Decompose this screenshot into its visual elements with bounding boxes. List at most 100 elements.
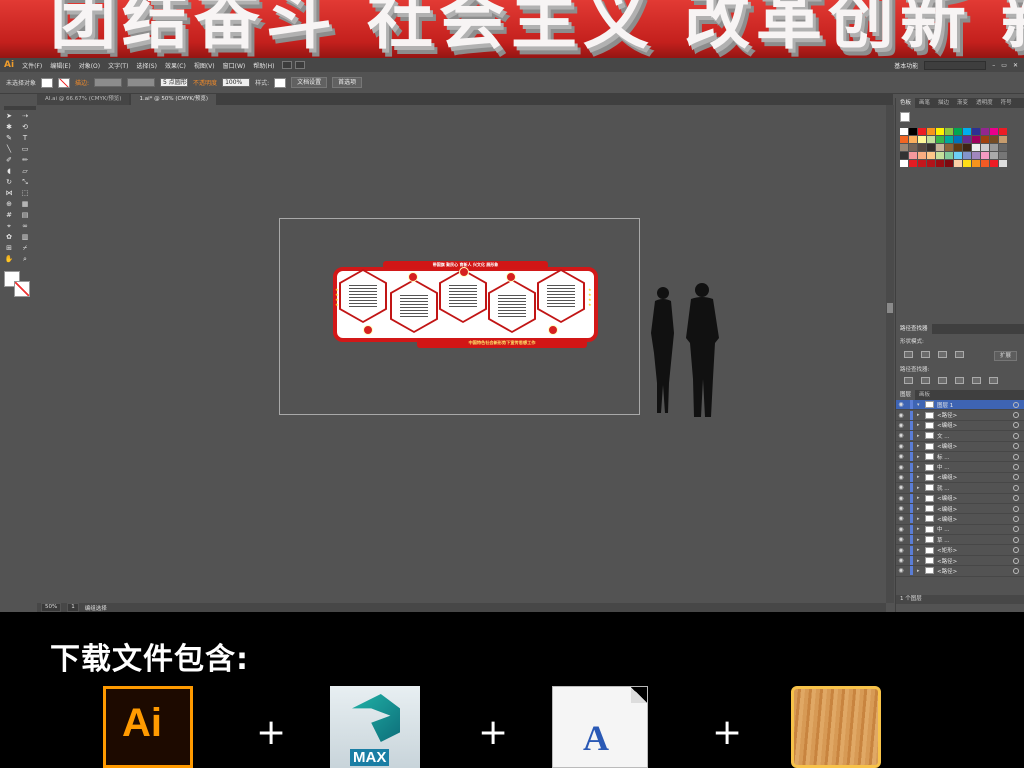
visibility-eye-icon[interactable]: ◉ xyxy=(896,526,906,533)
color-swatch[interactable] xyxy=(954,144,962,151)
layer-row[interactable]: ◉ ▸ <编组> xyxy=(896,504,1024,515)
color-swatch[interactable] xyxy=(999,144,1007,151)
menu-select[interactable]: 选择(S) xyxy=(136,61,157,70)
style-swatch[interactable] xyxy=(274,77,287,88)
layer-row[interactable]: ◉ ▸ <编组> xyxy=(896,420,1024,432)
expand-arrow-icon[interactable]: ▸ xyxy=(917,422,925,428)
gradient-tool-icon[interactable]: ▤ xyxy=(20,211,30,219)
minus-back-icon[interactable] xyxy=(989,377,998,384)
mesh-tool-icon[interactable]: # xyxy=(4,211,14,219)
color-swatch[interactable] xyxy=(936,128,944,135)
expand-arrow-icon[interactable]: ▸ xyxy=(917,454,925,460)
layer-row[interactable]: ◉ ▸ 中 ... xyxy=(896,462,1024,473)
expand-arrow-icon[interactable]: ▸ xyxy=(917,412,925,418)
color-swatch[interactable] xyxy=(954,152,962,159)
color-swatch[interactable] xyxy=(936,136,944,143)
tab-symbols[interactable]: 符号 xyxy=(997,98,1016,108)
zoom-field[interactable]: 50% xyxy=(41,603,62,612)
color-swatch[interactable] xyxy=(918,144,926,151)
stroke-weight-dropdown[interactable] xyxy=(94,78,123,87)
tab-gradient[interactable]: 渐变 xyxy=(953,98,972,108)
visibility-eye-icon[interactable]: ◉ xyxy=(896,515,906,522)
color-swatch[interactable] xyxy=(972,152,980,159)
target-circle-icon[interactable] xyxy=(1013,515,1019,522)
visibility-eye-icon[interactable]: ◉ xyxy=(896,422,906,429)
expand-button[interactable]: 扩展 xyxy=(993,351,1017,361)
workspace-switcher[interactable]: 基本功能 xyxy=(894,61,918,70)
color-swatch[interactable] xyxy=(963,152,971,159)
crop-icon[interactable] xyxy=(955,377,964,384)
visibility-eye-icon[interactable]: ◉ xyxy=(896,557,906,564)
document-setup-button[interactable]: 文档设置 xyxy=(291,77,328,88)
color-swatch[interactable] xyxy=(954,136,962,143)
tab-artboards[interactable]: 画板 xyxy=(915,390,934,400)
target-circle-icon[interactable] xyxy=(1013,453,1019,460)
slice-tool-icon[interactable]: ⌿ xyxy=(20,244,30,252)
color-swatch[interactable] xyxy=(900,152,908,159)
expand-arrow-icon[interactable]: ▸ xyxy=(917,537,925,543)
color-swatch[interactable] xyxy=(900,128,908,135)
layer-row[interactable]: ◉ ▸ <路径> xyxy=(896,410,1024,421)
color-swatch[interactable] xyxy=(927,152,935,159)
pencil-tool-icon[interactable]: ✏ xyxy=(20,156,30,164)
layer-row[interactable]: ◉ ▸ <编组> xyxy=(896,441,1024,452)
color-swatch[interactable] xyxy=(918,128,926,135)
expand-arrow-icon[interactable]: ▾ xyxy=(917,402,925,408)
menu-effect[interactable]: 效果(C) xyxy=(165,61,186,70)
arrange-docs-icon[interactable] xyxy=(295,61,306,69)
target-circle-icon[interactable] xyxy=(1013,505,1019,512)
scrollbar-thumb[interactable] xyxy=(887,303,893,313)
target-circle-icon[interactable] xyxy=(1013,474,1019,481)
color-swatch[interactable] xyxy=(927,160,935,167)
color-swatch[interactable] xyxy=(909,152,917,159)
pen-tool-icon[interactable]: ✎ xyxy=(4,134,14,142)
active-swatch[interactable] xyxy=(900,112,910,122)
culture-wall-artwork[interactable]: 带国旗 聚民心 育新人 兴文化 展形象 ★ ★ ★ ★ ★ ★ ★ ★ 中国特色社会新形势下… xyxy=(333,261,598,350)
trim-icon[interactable] xyxy=(921,377,930,384)
color-swatch[interactable] xyxy=(981,152,989,159)
color-swatch[interactable] xyxy=(936,160,944,167)
color-swatch[interactable] xyxy=(990,144,998,151)
color-swatch[interactable] xyxy=(909,128,917,135)
scale-tool-icon[interactable]: ⤡ xyxy=(20,178,30,186)
layer-row[interactable]: ◉ ▸ 就 ... xyxy=(896,483,1024,494)
layer-row[interactable]: ◉ ▸ <矩形> xyxy=(896,545,1024,556)
target-circle-icon[interactable] xyxy=(1013,401,1019,408)
perspective-grid-tool-icon[interactable]: ▦ xyxy=(20,200,30,208)
expand-arrow-icon[interactable]: ▸ xyxy=(917,506,925,512)
target-circle-icon[interactable] xyxy=(1013,484,1019,491)
visibility-eye-icon[interactable]: ◉ xyxy=(896,567,906,574)
menu-edit[interactable]: 编辑(E) xyxy=(50,61,70,70)
shape-builder-tool-icon[interactable]: ⊕ xyxy=(4,200,14,208)
tab-ai-doc[interactable]: AI.ai @ 66.67% (CMYK/预览) xyxy=(37,94,130,105)
color-swatch[interactable] xyxy=(981,136,989,143)
outline-icon[interactable] xyxy=(972,377,981,384)
color-swatch[interactable] xyxy=(936,144,944,151)
color-swatch[interactable] xyxy=(999,136,1007,143)
selection-tool-icon[interactable]: ➤ xyxy=(4,112,14,120)
visibility-eye-icon[interactable]: ◉ xyxy=(896,432,906,439)
color-swatch[interactable] xyxy=(972,136,980,143)
target-circle-icon[interactable] xyxy=(1013,412,1019,419)
color-swatch[interactable] xyxy=(981,160,989,167)
color-swatch[interactable] xyxy=(945,144,953,151)
color-swatch[interactable] xyxy=(927,128,935,135)
minimize-icon[interactable]: – xyxy=(992,62,995,69)
menu-view[interactable]: 视图(V) xyxy=(194,61,215,70)
color-swatch[interactable] xyxy=(981,128,989,135)
rectangle-tool-icon[interactable]: ▭ xyxy=(20,145,30,153)
page-field[interactable]: 1 xyxy=(67,603,79,612)
menu-object[interactable]: 对象(O) xyxy=(79,61,100,70)
color-swatch[interactable] xyxy=(927,136,935,143)
eyedropper-tool-icon[interactable]: ⌖ xyxy=(4,222,14,230)
expand-arrow-icon[interactable]: ▸ xyxy=(917,516,925,522)
color-swatch[interactable] xyxy=(972,128,980,135)
zoom-tool-icon[interactable]: ⌕ xyxy=(20,255,30,263)
layer-row[interactable]: ◉ ▸ 中 ... xyxy=(896,524,1024,536)
color-swatch[interactable] xyxy=(900,136,908,143)
intersect-icon[interactable] xyxy=(938,351,947,358)
eraser-tool-icon[interactable]: ▱ xyxy=(20,167,30,175)
visibility-eye-icon[interactable]: ◉ xyxy=(896,505,906,512)
layer-row[interactable]: ◉ ▸ <路径> xyxy=(896,566,1024,577)
opacity-label[interactable]: 不透明度 xyxy=(193,78,217,87)
